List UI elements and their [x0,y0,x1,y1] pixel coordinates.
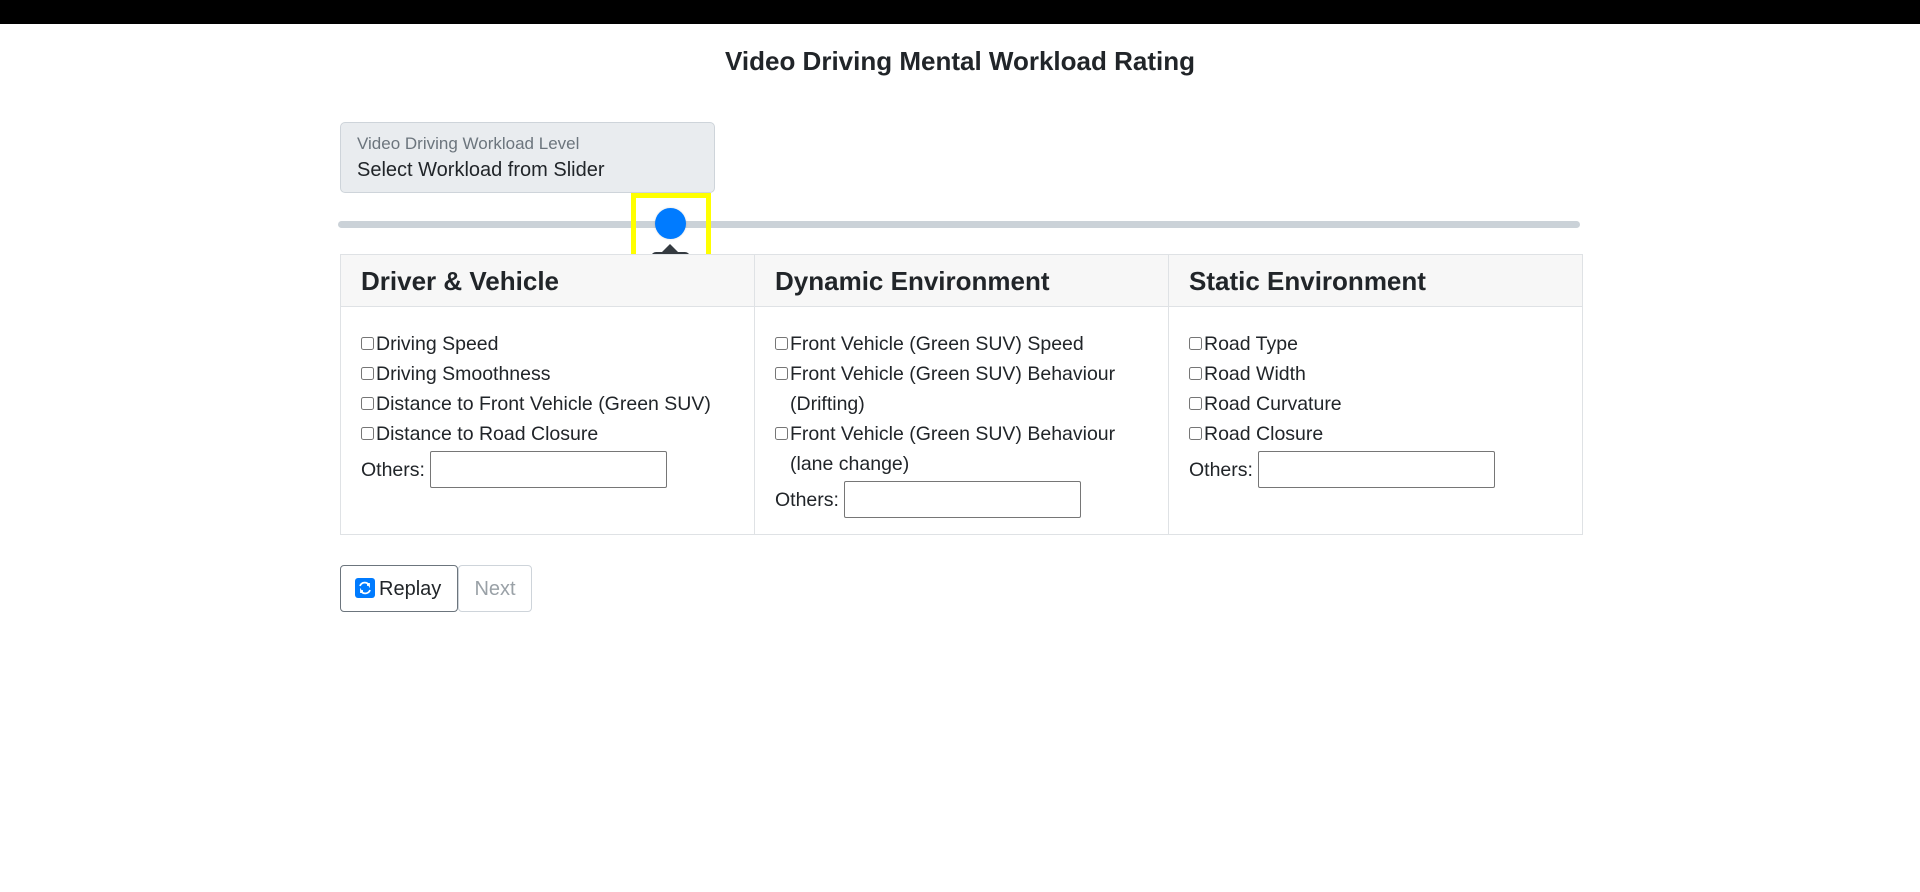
checkbox-label: Road Width [1204,363,1306,385]
checkbox-label: Road Curvature [1204,393,1342,415]
checkbox-item: Road Type [1189,329,1562,359]
others-row: Others: [361,451,734,488]
checkbox-road-width[interactable] [1189,367,1202,380]
others-label: Others: [775,488,839,511]
card-driver-vehicle: Driver & Vehicle Driving Speed Driving S… [340,254,755,535]
card-dynamic-environment: Dynamic Environment Front Vehicle (Green… [754,254,1169,535]
checkbox-label: Driving Smoothness [376,363,551,385]
card-title: Dynamic Environment [755,255,1168,307]
others-label: Others: [1189,458,1253,481]
checkbox-road-curvature[interactable] [1189,397,1202,410]
checkbox-distance-front-vehicle[interactable] [361,397,374,410]
checkbox-front-vehicle-drifting[interactable] [775,367,788,380]
checkbox-item: Road Curvature [1189,389,1562,419]
checkbox-item: Distance to Front Vehicle (Green SUV) [361,389,734,419]
replay-label: Replay [379,578,442,600]
checkbox-driving-speed[interactable] [361,337,374,350]
checkbox-item: Front Vehicle (Green SUV) Speed [775,329,1148,359]
checkbox-item: Driving Speed [361,329,734,359]
others-input-static-environment[interactable] [1257,451,1495,488]
next-button[interactable]: Next [458,565,532,612]
checkbox-item: Road Width [1189,359,1562,389]
checkbox-front-vehicle-lane-change[interactable] [775,427,788,440]
checkbox-label: Road Closure [1204,423,1324,445]
card-title: Driver & Vehicle [341,255,754,307]
checkbox-item: Road Closure [1189,419,1562,449]
checkbox-driving-smoothness[interactable] [361,367,374,380]
checkbox-item: Driving Smoothness [361,359,734,389]
checkbox-label: Driving Speed [376,333,499,355]
checkbox-label: Front Vehicle (Green SUV) Behaviour (Dri… [790,363,1116,415]
workload-level-value: Select Workload from Slider [357,159,605,181]
replay-button[interactable]: Replay [340,565,458,612]
checkbox-item: Distance to Road Closure [361,419,734,449]
checkbox-item: Front Vehicle (Green SUV) Behaviour (Dri… [775,359,1148,419]
replay-icon [355,578,375,598]
others-row: Others: [1189,451,1562,488]
checkbox-label: Distance to Front Vehicle (Green SUV) [376,393,711,415]
card-static-environment: Static Environment Road Type Road Width … [1168,254,1583,535]
checkbox-road-closure[interactable] [1189,427,1202,440]
workload-level-label: Video Driving Workload Level [357,134,580,153]
checkbox-label: Front Vehicle (Green SUV) Behaviour (lan… [790,423,1116,475]
checkbox-distance-road-closure[interactable] [361,427,374,440]
workload-slider-thumb[interactable] [655,208,686,239]
checkbox-label: Front Vehicle (Green SUV) Speed [790,333,1084,355]
checkbox-front-vehicle-speed[interactable] [775,337,788,350]
page-title: Video Driving Mental Workload Rating [725,46,1195,76]
workload-slider-track[interactable] [338,221,1580,228]
workload-level-field: Video Driving Workload Level Select Work… [340,122,715,193]
others-input-driver-vehicle[interactable] [429,451,667,488]
card-title: Static Environment [1169,255,1582,307]
checkbox-item: Front Vehicle (Green SUV) Behaviour (lan… [775,419,1148,479]
checkbox-road-type[interactable] [1189,337,1202,350]
top-bar [0,0,1920,24]
others-row: Others: [775,481,1148,518]
checkbox-label: Distance to Road Closure [376,423,599,445]
slider-tooltip-arrow [662,244,678,252]
others-label: Others: [361,458,425,481]
others-input-dynamic-environment[interactable] [843,481,1081,518]
checkbox-label: Road Type [1204,333,1298,355]
